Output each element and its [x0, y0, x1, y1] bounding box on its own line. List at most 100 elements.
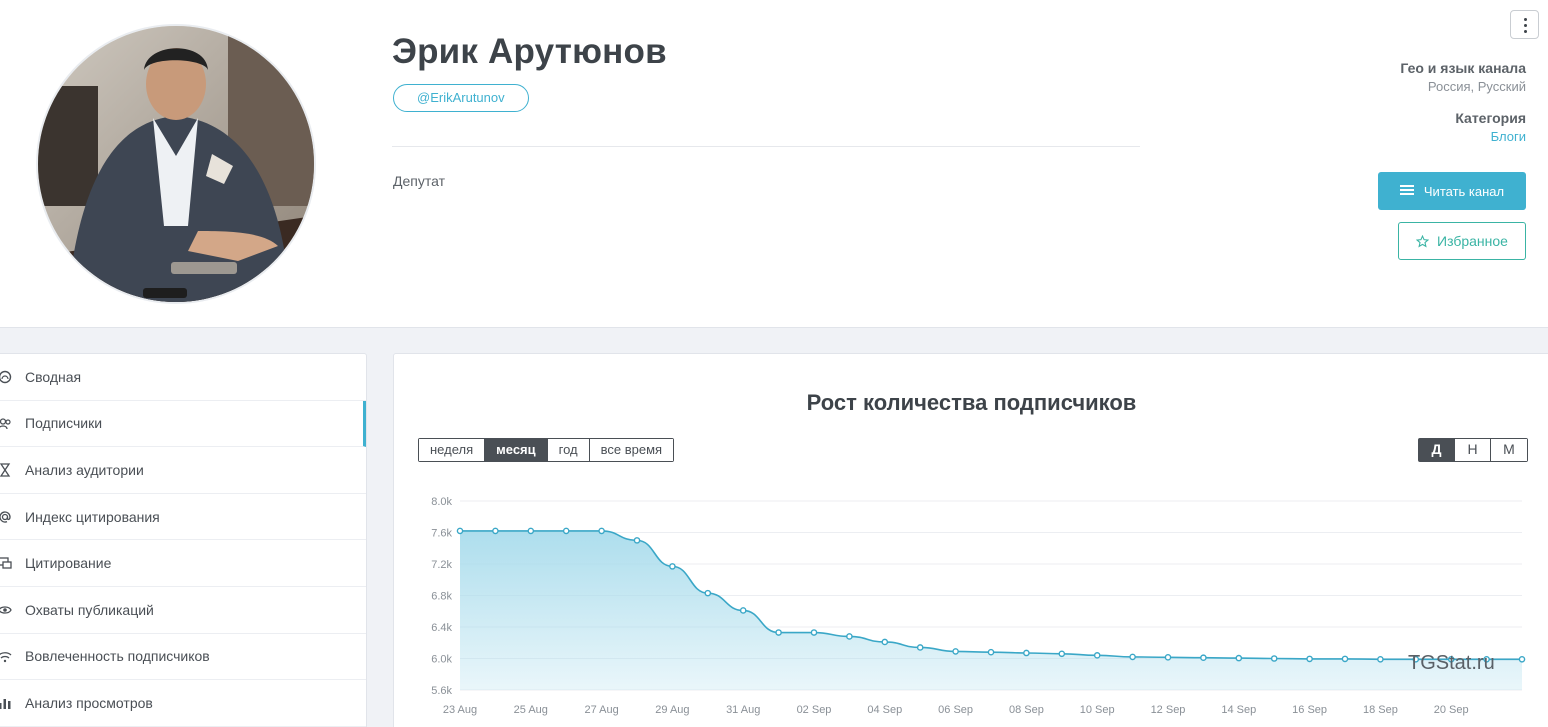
header-divider	[392, 146, 1140, 147]
category-link[interactable]: Блоги	[1455, 129, 1526, 144]
data-point	[1235, 654, 1243, 662]
x-tick-label: 06 Sep	[938, 704, 973, 716]
x-tick-label: 16 Sep	[1292, 704, 1327, 716]
tgstat-watermark: TGStat.ru	[1408, 652, 1495, 674]
sidebar-item-label: Подписчики	[25, 415, 103, 432]
sidebar-item-citation-index[interactable]: Индекс цитирования	[0, 494, 366, 541]
channel-profile-header: Эрик Арутюнов @ErikArutunov Депутат Гео …	[0, 0, 1548, 328]
data-point	[527, 527, 535, 535]
x-tick-label: 23 Aug	[443, 704, 477, 716]
data-point	[1200, 654, 1207, 662]
series-area	[460, 530, 1522, 690]
data-point	[669, 563, 676, 570]
sidebar-item-views-analysis[interactable]: Анализ просмотров	[0, 680, 366, 727]
channel-name: Эрик Арутюнов	[392, 32, 667, 71]
y-tick-label: 7.2k	[431, 559, 452, 571]
channel-avatar	[36, 24, 316, 304]
list-icon	[1399, 185, 1414, 195]
kebab-menu-icon-dot	[1524, 24, 1527, 27]
sidebar-item-citations[interactable]: Цитирование	[0, 540, 366, 587]
data-point	[810, 629, 818, 636]
x-tick-label: 12 Sep	[1151, 704, 1186, 716]
sidebar-item-label: Анализ просмотров	[25, 694, 153, 711]
wifi-icon	[0, 651, 12, 662]
sidebar-item-label: Вовлеченность подписчиков	[25, 648, 210, 665]
sidebar-item-label: Цитирование	[25, 555, 112, 572]
geo-language-block: Гео и язык канала Россия, Русский	[1400, 60, 1526, 94]
x-tick-label: 08 Sep	[1009, 704, 1044, 716]
stats-sidebar: Сводная Подписчики Анализ аудитории Инде…	[0, 353, 367, 727]
data-point	[456, 527, 464, 535]
kebab-menu-icon-dot	[1524, 30, 1527, 33]
star-icon	[1416, 234, 1430, 247]
data-point	[1058, 650, 1066, 658]
hourglass-icon	[0, 463, 11, 477]
channel-handle-link[interactable]: @ErikArutunov	[393, 84, 529, 112]
data-point	[739, 607, 747, 614]
data-point	[881, 638, 889, 646]
y-tick-label: 5.6k	[431, 685, 452, 697]
read-channel-button[interactable]: Читать канал	[1378, 172, 1526, 210]
y-tick-label: 8.0k	[431, 496, 452, 508]
dashboard-icon	[0, 370, 12, 384]
sidebar-item-engagement[interactable]: Вовлеченность подписчиков	[0, 634, 366, 681]
x-tick-label: 31 Aug	[726, 704, 760, 716]
x-tick-label: 20 Sep	[1434, 704, 1469, 716]
data-point	[704, 589, 712, 597]
y-tick-label: 6.4k	[431, 622, 452, 634]
geo-language-label: Гео и язык канала	[1400, 60, 1526, 76]
sidebar-item-label: Индекс цитирования	[25, 508, 160, 525]
geo-language-value: Россия, Русский	[1427, 79, 1526, 94]
x-tick-label: 18 Sep	[1363, 704, 1398, 716]
y-tick-label: 6.8k	[431, 591, 452, 603]
channel-description: Депутат	[393, 173, 445, 189]
at-icon	[0, 511, 11, 523]
y-tick-label: 6.0k	[431, 654, 452, 666]
x-tick-label: 14 Sep	[1221, 704, 1256, 716]
data-point	[1306, 655, 1313, 663]
sidebar-item-audience-analysis[interactable]: Анализ аудитории	[0, 447, 366, 494]
data-point	[562, 527, 570, 535]
data-point	[1023, 649, 1030, 657]
users-icon	[0, 417, 11, 429]
y-tick-label: 7.6k	[431, 528, 452, 540]
x-tick-label: 29 Aug	[655, 704, 689, 716]
x-tick-label: 04 Sep	[867, 704, 902, 716]
kebab-menu-icon	[1524, 18, 1527, 21]
favorite-button[interactable]: Избранное	[1398, 222, 1526, 260]
data-point	[916, 644, 924, 651]
subscribers-area-chart[interactable]: 5.6k 6.0k 6.4k 6.8k 7.2k 7.6k 8.0k 23 Aug 25 Aug…	[394, 354, 1548, 727]
data-point	[598, 527, 605, 535]
category-block: Категория Блоги	[1455, 110, 1526, 144]
sidebar-item-label: Сводная	[25, 368, 82, 385]
more-options-button[interactable]	[1510, 10, 1539, 39]
data-point	[846, 633, 853, 640]
x-tick-label: 10 Sep	[1080, 704, 1115, 716]
favorite-label: Избранное	[1437, 233, 1508, 249]
sidebar-item-publication-reach[interactable]: Охваты публикаций	[0, 587, 366, 634]
x-tick-label: 02 Sep	[797, 704, 832, 716]
data-point	[1518, 655, 1526, 663]
data-point	[1341, 655, 1349, 663]
sidebar-item-subscribers[interactable]: Подписчики	[0, 400, 366, 448]
data-point	[633, 537, 641, 544]
data-point	[1093, 652, 1101, 659]
subscribers-chart-card: Рост количества подписчиков неделя месяц…	[393, 353, 1548, 727]
data-point	[775, 629, 782, 636]
x-tick-label: 25 Aug	[514, 704, 548, 716]
data-point	[987, 648, 995, 656]
data-point	[1270, 655, 1278, 662]
quote-icon	[0, 557, 12, 570]
x-tick-label: 27 Aug	[584, 704, 618, 716]
sidebar-item-summary[interactable]: Сводная	[0, 354, 366, 401]
eye-icon	[0, 606, 12, 614]
data-point	[1129, 653, 1136, 661]
read-channel-label: Читать канал	[1423, 183, 1505, 199]
data-point	[952, 648, 959, 655]
data-point	[1164, 654, 1172, 661]
sidebar-item-label: Анализ аудитории	[25, 461, 144, 478]
sidebar-item-label: Охваты публикаций	[25, 601, 154, 618]
category-label: Категория	[1455, 110, 1526, 126]
data-point	[492, 527, 499, 535]
data-point	[1377, 655, 1384, 663]
